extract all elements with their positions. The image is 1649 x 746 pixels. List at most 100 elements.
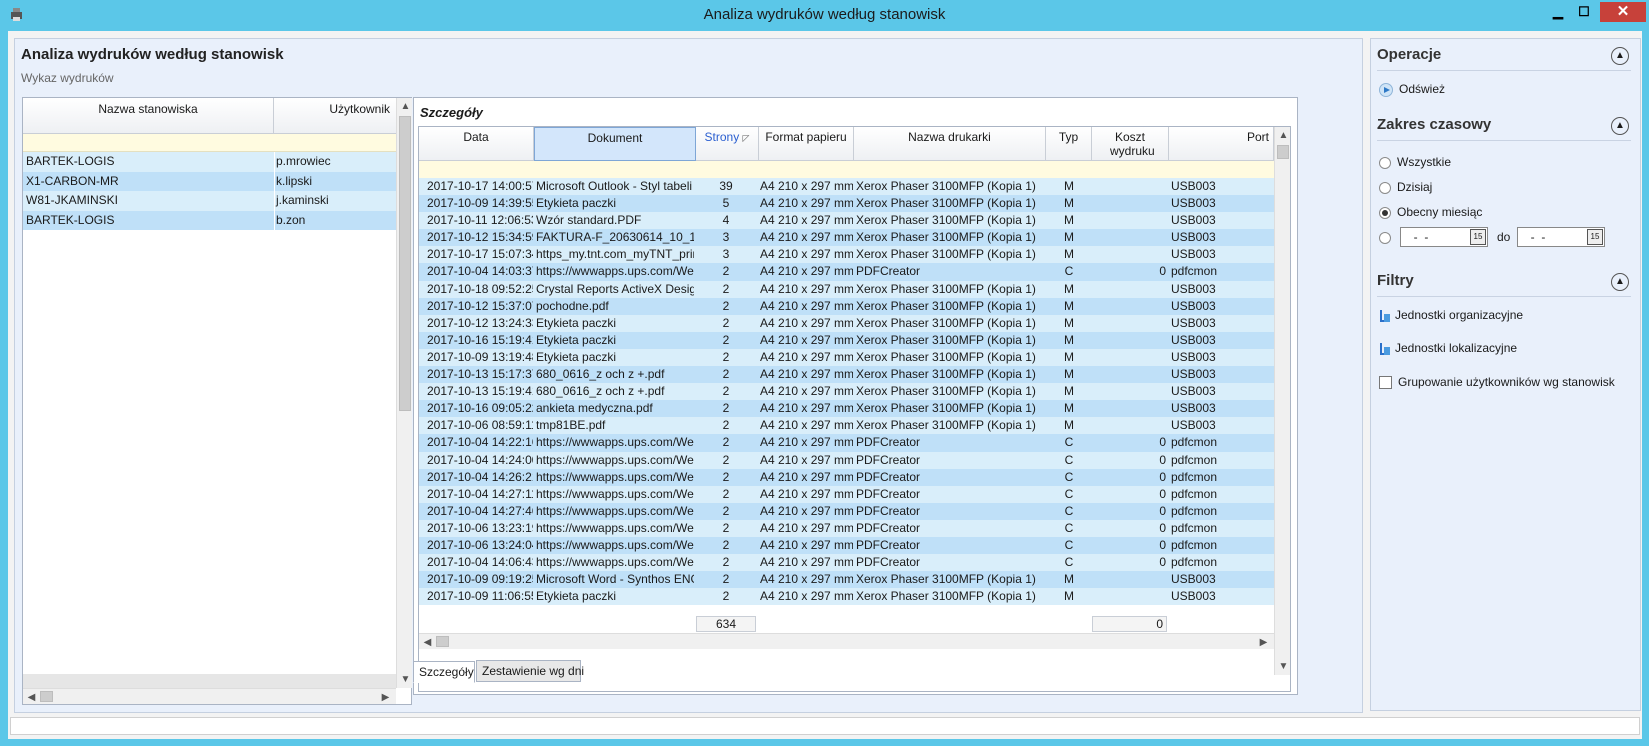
table-row[interactable]: 2017-10-17 14:00:57 Microsoft Outlook - S… <box>419 178 1274 196</box>
table-row[interactable]: 2017-10-17 15:07:34 https_my.tnt.com_myTN… <box>419 246 1274 264</box>
group-users-checkbox[interactable]: Grupowanie użytkowników wg stanowisk <box>1379 375 1615 390</box>
document-cell: pochodne.pdf <box>536 298 609 313</box>
table-row[interactable]: 2017-10-11 12:06:53 Wzór standard.PDF 4 A4 … <box>419 212 1274 230</box>
table-row[interactable]: 2017-10-09 11:06:55 Etykieta paczki 2 A4 21… <box>419 588 1274 606</box>
scroll-thumb[interactable] <box>40 691 53 702</box>
close-button[interactable]: ✕ <box>1600 2 1646 22</box>
table-row[interactable]: 2017-10-16 15:19:41 Etykieta paczki 2 A4 21… <box>419 331 1274 349</box>
table-row[interactable]: 2017-10-09 14:39:55 Etykieta paczki 5 A4 21… <box>419 195 1274 213</box>
paper-format-cell: A4 210 x 297 mm <box>760 452 853 467</box>
document-cell: Microsoft Outlook - Styl tabeli <box>536 179 693 193</box>
filters-title: Filtry <box>1377 272 1414 289</box>
maximize-button[interactable]: ☐ <box>1571 2 1597 22</box>
column-header-port[interactable]: Port <box>1169 127 1274 161</box>
date-cell: 2017-10-04 14:22:16 <box>427 435 533 450</box>
printer-name-cell: PDFCreator <box>856 469 921 484</box>
scroll-thumb[interactable] <box>436 636 449 647</box>
tab-details[interactable]: Szczegóły <box>413 661 475 683</box>
calendar-icon[interactable]: 15 <box>1587 229 1603 245</box>
paper-format-cell: A4 210 x 297 mm <box>760 196 853 211</box>
table-row[interactable]: 2017-10-06 13:23:19 https://wwwapps.ups.c… <box>419 519 1274 537</box>
scroll-left-icon[interactable]: ◀ <box>419 634 436 651</box>
loc-units-filter[interactable]: Jednostki lokalizacyjne <box>1379 341 1517 356</box>
date-from-value: - - <box>1407 230 1429 244</box>
type-cell: M <box>1064 315 1074 330</box>
table-row[interactable]: 2017-10-09 13:19:48 Etykieta paczki 2 A4 21… <box>419 348 1274 367</box>
collapse-time-range-icon[interactable]: ▲ <box>1611 117 1629 135</box>
table-row[interactable]: 2017-10-06 13:24:04 https://wwwapps.ups.c… <box>419 536 1274 555</box>
date-cell: 2017-10-06 13:23:19 <box>427 520 533 535</box>
table-row[interactable]: 2017-10-04 14:26:21 https://wwwapps.ups.c… <box>419 468 1274 486</box>
paper-format-cell: A4 210 x 297 mm <box>760 520 853 535</box>
table-row[interactable]: 2017-10-13 15:19:41 680_0616_z och z +.pd… <box>419 383 1274 401</box>
table-row[interactable]: BARTEK-LOGIS b.zon <box>23 210 396 230</box>
table-row[interactable]: 2017-10-16 09:05:22 ankieta medyczna.pdf 2… <box>419 400 1274 418</box>
type-cell: C <box>1064 503 1074 518</box>
table-row[interactable]: 2017-10-12 15:37:07 pochodne.pdf 2 A4 210 x… <box>419 297 1274 315</box>
type-cell: M <box>1064 298 1074 313</box>
column-header-printer-name[interactable]: Nazwa drukarki <box>854 127 1046 161</box>
details-hscroll[interactable]: ◀ ▶ <box>419 633 1274 649</box>
refresh-button[interactable]: Odśwież <box>1379 82 1445 97</box>
port-cell: USB003 <box>1171 332 1216 347</box>
collapse-filters-icon[interactable]: ▲ <box>1611 273 1629 291</box>
table-row[interactable]: 2017-10-04 14:27:11 https://wwwapps.ups.c… <box>419 485 1274 503</box>
table-row[interactable]: W81-JKAMINSKI j.kaminski <box>23 191 396 211</box>
radio-today[interactable]: Dzisiaj <box>1379 180 1432 194</box>
scroll-down-icon[interactable]: ▼ <box>1275 658 1290 675</box>
document-cell: 680_0616_z och z +.pdf <box>536 384 665 399</box>
workstation-hscroll[interactable]: ◀ ▶ <box>23 688 396 704</box>
scroll-thumb[interactable] <box>1277 145 1289 159</box>
column-header-cost[interactable]: Koszt wydruku <box>1092 127 1169 161</box>
table-row[interactable]: 2017-10-04 14:22:16 https://wwwapps.ups.c… <box>419 434 1274 452</box>
tab-daily-summary[interactable]: Zestawienie wg dni <box>476 660 584 682</box>
details-filter-row[interactable] <box>419 161 1274 178</box>
calendar-icon[interactable]: 15 <box>1470 229 1486 245</box>
minimize-button[interactable]: ▁ <box>1545 2 1571 22</box>
column-header-paper-format[interactable]: Format papieru <box>759 127 854 161</box>
collapse-operations-icon[interactable]: ▲ <box>1611 47 1629 65</box>
scroll-down-icon[interactable]: ▼ <box>397 671 414 688</box>
printer-name-cell: Xerox Phaser 3100MFP (Kopia 1) <box>856 401 1036 416</box>
table-row[interactable]: 2017-10-12 15:34:59 FAKTURA-F_20630614_10… <box>419 229 1274 247</box>
column-header-date[interactable]: Data <box>419 127 534 161</box>
column-header-workstation[interactable]: Nazwa stanowiska <box>23 98 274 134</box>
column-header-document[interactable]: Dokument <box>534 127 696 161</box>
scroll-up-icon[interactable]: ▲ <box>397 98 414 115</box>
scroll-left-icon[interactable]: ◀ <box>23 689 40 706</box>
date-to-field[interactable]: - - 15 <box>1517 227 1605 247</box>
org-units-filter[interactable]: Jednostki organizacyjne <box>1379 308 1523 323</box>
date-cell: 2017-10-16 09:05:22 <box>427 401 533 416</box>
column-header-pages[interactable]: Strony ◸ <box>696 127 759 161</box>
column-header-type[interactable]: Typ <box>1046 127 1092 161</box>
table-row[interactable]: 2017-10-13 15:17:37 680_0616_z och z +.pd… <box>419 366 1274 384</box>
printer-name-cell: Xerox Phaser 3100MFP (Kopia 1) <box>856 196 1036 211</box>
workstation-filter-row[interactable] <box>23 134 396 152</box>
scroll-thumb[interactable] <box>399 116 411 411</box>
workstation-vscroll[interactable]: ▲ ▼ <box>396 98 412 688</box>
table-row[interactable]: 2017-10-09 09:19:25 Microsoft Word - Synt… <box>419 571 1274 589</box>
scroll-up-icon[interactable]: ▲ <box>1275 127 1290 144</box>
scroll-right-icon[interactable]: ▶ <box>377 689 394 706</box>
radio-all[interactable]: Wszystkie <box>1379 155 1451 169</box>
table-row[interactable]: 2017-10-06 08:59:11 tmp81BE.pdf 2 A4 210 x … <box>419 417 1274 435</box>
table-row[interactable]: X1-CARBON-MR k.lipski <box>23 171 396 191</box>
table-row[interactable]: 2017-10-04 14:03:37 https://wwwapps.ups.c… <box>419 263 1274 281</box>
date-to-value: - - <box>1524 230 1546 244</box>
table-row[interactable]: 2017-10-18 09:52:25 Crystal Reports Activ… <box>419 280 1274 298</box>
date-from-field[interactable]: - - 15 <box>1400 227 1488 247</box>
column-header-user[interactable]: Użytkownik <box>274 98 396 134</box>
radio-custom-range[interactable] <box>1379 230 1397 244</box>
date-cell: 2017-10-04 14:24:00 <box>427 452 533 467</box>
scroll-right-icon[interactable]: ▶ <box>1255 634 1272 651</box>
table-row[interactable]: 2017-10-12 13:24:33 Etykieta paczki 2 A4 21… <box>419 314 1274 332</box>
details-grid[interactable]: Data Dokument Strony ◸ Format papieru Na… <box>418 126 1291 692</box>
table-row[interactable]: BARTEK-LOGIS p.mrowiec <box>23 152 396 172</box>
radio-current-month[interactable]: Obecny miesiąc <box>1379 205 1482 219</box>
table-row[interactable]: 2017-10-04 14:24:00 https://wwwapps.ups.c… <box>419 451 1274 469</box>
workstation-grid[interactable]: Nazwa stanowiska Użytkownik BARTEK-LOGIS… <box>22 97 412 705</box>
table-row[interactable]: 2017-10-04 14:06:43 https://wwwapps.ups.c… <box>419 554 1274 572</box>
details-panel: Szczegóły Data Dokument Strony ◸ Format … <box>413 97 1298 695</box>
details-vscroll[interactable]: ▲ ▼ <box>1274 127 1290 675</box>
table-row[interactable]: 2017-10-04 14:27:46 https://wwwapps.ups.c… <box>419 502 1274 520</box>
